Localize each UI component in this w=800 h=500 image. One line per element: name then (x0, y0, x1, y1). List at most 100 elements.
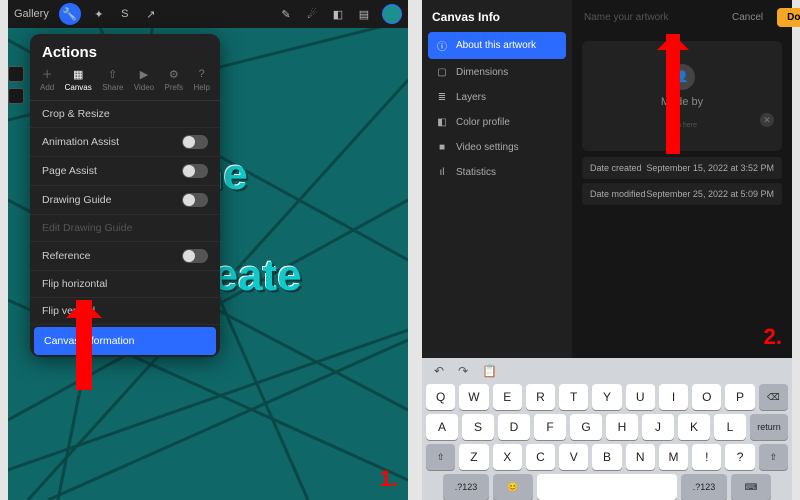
key-s[interactable]: S (462, 414, 494, 440)
key-n[interactable]: N (626, 444, 655, 470)
toggle-reference[interactable] (182, 249, 208, 263)
gallery-button[interactable]: Gallery (14, 8, 49, 20)
tab-label: Share (102, 83, 123, 92)
brush-icon[interactable]: ✎ (278, 6, 294, 22)
key-⇧[interactable]: ⇧ (426, 444, 455, 470)
eraser-icon[interactable]: ◧ (330, 6, 346, 22)
key-d[interactable]: D (498, 414, 530, 440)
meta-value: September 15, 2022 at 3:52 PM (646, 163, 774, 173)
cancel-button[interactable]: Cancel (726, 11, 769, 24)
sidebar-square-2[interactable] (8, 88, 24, 104)
key-⌫[interactable]: ⌫ (759, 384, 788, 410)
tab-share[interactable]: ⇧ Share (102, 67, 123, 92)
key-b[interactable]: B (592, 444, 621, 470)
tab-add[interactable]: ＋Add (40, 67, 54, 92)
key-.?123[interactable]: .?123 (443, 474, 489, 500)
meta-label: Date modified (590, 189, 646, 199)
key-?[interactable]: ? (725, 444, 754, 470)
undo-icon[interactable]: ↶ (434, 364, 444, 378)
statistics-icon: ıl (436, 167, 448, 178)
row-flip-vertical[interactable]: Flip vertical (30, 298, 220, 325)
key-c[interactable]: C (526, 444, 555, 470)
share-icon: ⇧ (106, 67, 120, 81)
key-p[interactable]: P (725, 384, 754, 410)
sidebar-item-layers[interactable]: ≣Layers (428, 86, 566, 109)
row-crop-resize[interactable]: Crop & Resize (30, 101, 220, 128)
canvas-info-main: Cancel Done 👤 Made by Sign here ✕ Date c… (572, 0, 792, 358)
key-😊[interactable]: 😊 (493, 474, 533, 500)
canvas-icon: ▦ (71, 67, 85, 81)
tab-help[interactable]: ?Help (194, 67, 210, 92)
color-picker-icon[interactable] (382, 4, 402, 24)
row-canvas-information[interactable]: Canvas information (34, 327, 216, 355)
sidebar-item-statistics[interactable]: ıl Statistics (428, 161, 566, 184)
toggle-animation[interactable] (182, 135, 208, 149)
key-t[interactable]: T (559, 384, 588, 410)
key-h[interactable]: H (606, 414, 638, 440)
video-settings-icon: ■ (436, 142, 448, 153)
layers-icon[interactable]: ▤ (356, 6, 372, 22)
key-x[interactable]: X (493, 444, 522, 470)
tab-canvas[interactable]: ▦ Canvas (65, 67, 92, 92)
row-flip-horizontal[interactable]: Flip horizontal (30, 271, 220, 298)
smudge-icon[interactable]: ☄ (304, 6, 320, 22)
key-l[interactable]: L (714, 414, 746, 440)
key-v[interactable]: V (559, 444, 588, 470)
sidebar-item-dimensions[interactable]: ▢Dimensions (428, 61, 566, 84)
key-q[interactable]: Q (426, 384, 455, 410)
key-e[interactable]: E (493, 384, 522, 410)
selection-icon[interactable]: S (117, 6, 133, 22)
row-edit-drawing-guide: Edit Drawing Guide (30, 215, 220, 242)
row-drawing-guide[interactable]: Drawing Guide (30, 186, 220, 215)
transform-icon[interactable]: ↗ (143, 6, 159, 22)
key-r[interactable]: R (526, 384, 555, 410)
tab-video[interactable]: ▶Video (134, 67, 154, 92)
step-number-1: 1. (380, 466, 398, 492)
key-i[interactable]: I (659, 384, 688, 410)
key-.?123[interactable]: .?123 (681, 474, 727, 500)
key-o[interactable]: O (692, 384, 721, 410)
canvas-info-title: Canvas Info (432, 10, 562, 24)
key-m[interactable]: M (659, 444, 688, 470)
row-label: Reference (42, 250, 90, 262)
meta-value: September 25, 2022 at 5:09 PM (646, 189, 774, 199)
clear-signature-icon[interactable]: ✕ (760, 113, 774, 127)
key-![interactable]: ! (692, 444, 721, 470)
sidebar-item-color-profile[interactable]: ◧Color profile (428, 111, 566, 134)
key-⌨[interactable]: ⌨ (731, 474, 771, 500)
row-page-assist[interactable]: Page Assist (30, 157, 220, 186)
key-g[interactable]: G (570, 414, 602, 440)
sidebar-item-about[interactable]: ⓘAbout this artwork (428, 32, 566, 59)
key-y[interactable]: Y (592, 384, 621, 410)
key-w[interactable]: W (459, 384, 488, 410)
tab-label: Canvas (65, 83, 92, 92)
adjustments-icon[interactable]: ✦ (91, 6, 107, 22)
key-j[interactable]: J (642, 414, 674, 440)
tab-prefs[interactable]: ⚙Prefs (164, 67, 183, 92)
help-icon: ? (195, 67, 209, 81)
toggle-page[interactable] (182, 164, 208, 178)
key-[interactable] (537, 474, 677, 500)
actions-wrench-icon[interactable]: 🔧 (59, 3, 81, 25)
key-z[interactable]: Z (459, 444, 488, 470)
key-⇧[interactable]: ⇧ (759, 444, 788, 470)
meta-label: Date created (590, 163, 642, 173)
key-k[interactable]: K (678, 414, 710, 440)
sidebar-item-label: Color profile (456, 117, 510, 128)
redo-icon[interactable]: ↷ (458, 364, 468, 378)
annotation-arrow-1 (76, 300, 92, 390)
row-reference[interactable]: Reference (30, 242, 220, 271)
key-a[interactable]: A (426, 414, 458, 440)
layers-list-icon: ≣ (436, 92, 448, 103)
artwork-name-input[interactable] (582, 11, 718, 24)
toggle-guide[interactable] (182, 193, 208, 207)
sidebar-item-label: Statistics (456, 167, 496, 178)
paste-icon[interactable]: 📋 (482, 364, 497, 378)
sidebar-item-video-settings[interactable]: ■Video settings (428, 136, 566, 159)
key-return[interactable]: return (750, 414, 788, 440)
key-u[interactable]: U (626, 384, 655, 410)
sidebar-square-1[interactable] (8, 66, 24, 82)
row-animation-assist[interactable]: Animation Assist (30, 128, 220, 157)
done-button[interactable]: Done (777, 8, 800, 27)
key-f[interactable]: F (534, 414, 566, 440)
